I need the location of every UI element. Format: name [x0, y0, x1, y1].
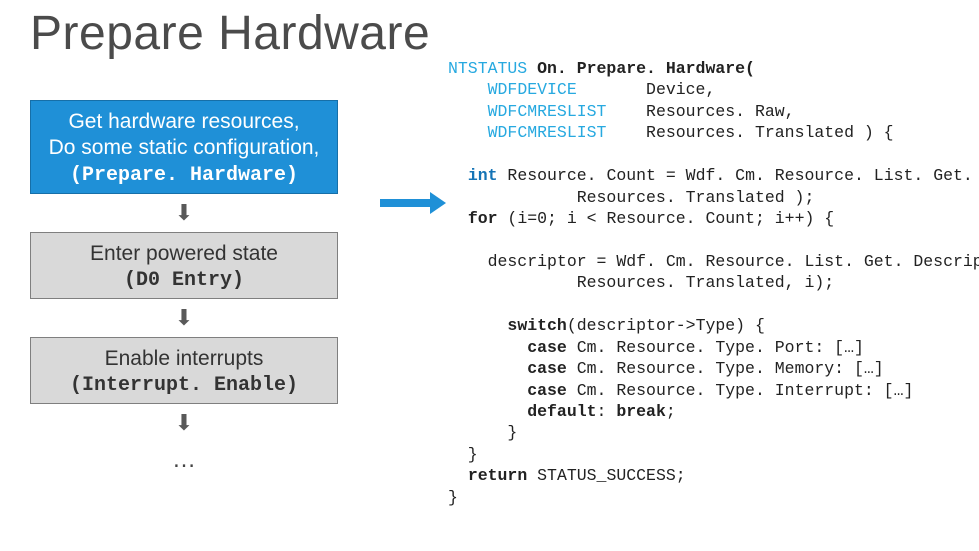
code-t26: Cm. Resource. Type. Port: […]	[567, 338, 864, 357]
step-prepare-hardware: Get hardware resources, Do some static c…	[30, 100, 338, 194]
code-blank1	[448, 145, 458, 164]
code-t9	[448, 123, 488, 142]
code-t13: int	[468, 166, 498, 185]
code-t36: break	[616, 402, 666, 421]
code-t38: }	[448, 423, 517, 442]
code-t10: WDFCMRESLIST	[488, 123, 607, 142]
code-t29: Cm. Resource. Type. Memory: […]	[567, 359, 884, 378]
code-t35: :	[597, 402, 617, 421]
step-interrupt-enable: Enable interrupts (Interrupt. Enable)	[30, 337, 338, 404]
arrow-down-icon: ⬇	[30, 307, 338, 329]
arrow-down-icon: ⬇	[30, 412, 338, 434]
code-t28: case	[527, 359, 567, 378]
code-t14: Resource. Count = Wdf. Cm. Resource. Lis…	[498, 166, 979, 185]
code-t7: WDFCMRESLIST	[488, 102, 607, 121]
code-t6	[448, 102, 488, 121]
code-t19: descriptor = Wdf. Cm. Resource. List. Ge…	[448, 252, 979, 271]
code-t25: case	[527, 338, 567, 357]
code-blank3	[448, 295, 458, 314]
code-t21	[448, 316, 507, 335]
code-t20: Resources. Translated, i);	[448, 273, 834, 292]
code-t24	[448, 338, 527, 357]
slide: Prepare Hardware Get hardware resources,…	[0, 0, 979, 551]
flow-more: …	[30, 446, 338, 474]
code-t8: Resources. Raw,	[606, 102, 794, 121]
code-t4: WDFDEVICE	[488, 80, 577, 99]
arrow-head	[430, 192, 446, 214]
step1-line1: Get hardware resources,	[37, 109, 331, 135]
code-t39: }	[448, 445, 478, 464]
step1-line2: Do some static configuration,	[37, 135, 331, 161]
code-t22: switch	[507, 316, 566, 335]
code-block: NTSTATUS On. Prepare. Hardware( WDFDEVIC…	[448, 58, 978, 508]
step1-mono: (Prepare. Hardware)	[37, 164, 331, 187]
code-t33	[448, 402, 527, 421]
code-t37: ;	[666, 402, 676, 421]
code-t16	[448, 209, 468, 228]
code-t34: default	[527, 402, 596, 421]
code-t23: (descriptor->Type) {	[567, 316, 765, 335]
code-t27	[448, 359, 527, 378]
arrow-down-icon: ⬇	[30, 202, 338, 224]
arrow-right-icon	[380, 192, 448, 214]
code-t11: Resources. Translated ) {	[606, 123, 893, 142]
flow-column: Get hardware resources, Do some static c…	[30, 100, 338, 474]
step3-mono: (Interrupt. Enable)	[37, 374, 331, 397]
code-t2: On. Prepare. Hardware(	[527, 59, 755, 78]
arrow-shaft	[380, 199, 432, 207]
code-t43: }	[448, 488, 458, 507]
code-t41: return	[468, 466, 527, 485]
step2-mono: (D0 Entry)	[37, 269, 331, 292]
code-t32: Cm. Resource. Type. Interrupt: […]	[567, 381, 914, 400]
code-t31: case	[527, 381, 567, 400]
code-t17: for	[468, 209, 498, 228]
code-t15: Resources. Translated );	[448, 188, 814, 207]
code-blank2	[448, 231, 458, 250]
code-t18: (i=0; i < Resource. Count; i++) {	[498, 209, 835, 228]
slide-title: Prepare Hardware	[30, 6, 430, 61]
step3-line1: Enable interrupts	[37, 346, 331, 372]
code-t42: STATUS_SUCCESS;	[527, 466, 685, 485]
code-t12	[448, 166, 468, 185]
step-d0-entry: Enter powered state (D0 Entry)	[30, 232, 338, 299]
code-t5: Device,	[577, 80, 716, 99]
code-t3	[448, 80, 488, 99]
code-t40	[448, 466, 468, 485]
step2-line1: Enter powered state	[37, 241, 331, 267]
code-t1: NTSTATUS	[448, 59, 527, 78]
code-t30	[448, 381, 527, 400]
